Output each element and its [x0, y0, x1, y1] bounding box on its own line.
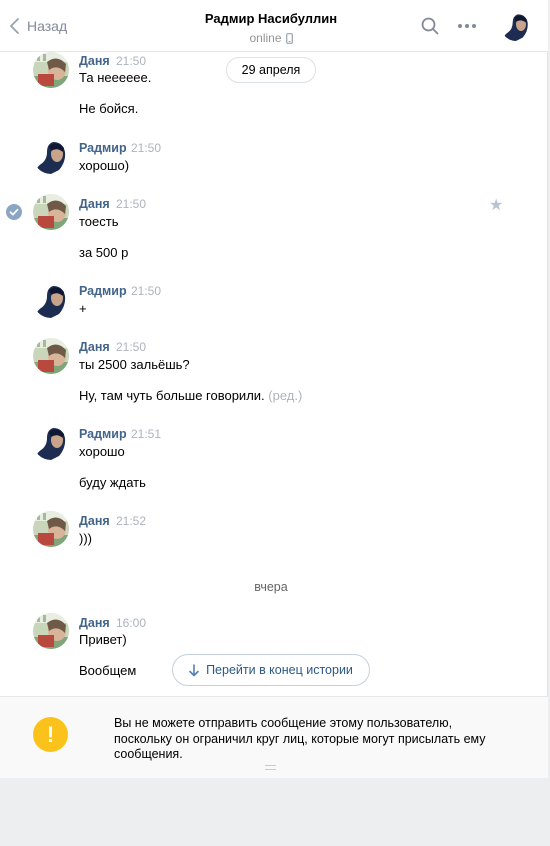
- resize-handle-icon[interactable]: [265, 765, 276, 770]
- message-text: ))): [79, 531, 92, 546]
- avatar-danya[interactable]: [33, 613, 69, 649]
- selected-check-icon[interactable]: [6, 204, 22, 220]
- day-separator: вчера: [254, 580, 288, 594]
- chat-header: Назад Радмир Насибуллин online: [0, 0, 548, 52]
- arrow-down-icon: [189, 663, 199, 676]
- avatar-danya[interactable]: [33, 338, 69, 374]
- message-time[interactable]: 21:50: [116, 54, 146, 68]
- message-text: хорошо): [79, 158, 130, 173]
- jump-to-end-label: Перейти в конец истории: [206, 663, 353, 677]
- message-time[interactable]: 21:51: [131, 427, 161, 441]
- message-author[interactable]: Даня: [79, 514, 110, 528]
- message-author[interactable]: Даня: [79, 340, 110, 354]
- online-status: online: [0, 31, 542, 45]
- message-author[interactable]: Радмир: [79, 427, 127, 441]
- date-pill[interactable]: 29 апреля: [226, 57, 316, 83]
- message-text: +: [79, 301, 87, 316]
- message-text: буду ждать: [79, 475, 146, 490]
- chat-panel: Назад Радмир Насибуллин online 29 апреля…: [0, 0, 548, 778]
- mobile-phone-icon: [285, 32, 293, 44]
- message-author[interactable]: Даня: [79, 54, 110, 68]
- message-text: Та нееееее.: [79, 70, 152, 85]
- edited-mark: (ред.): [268, 388, 303, 403]
- message-text: за 500 р: [79, 245, 129, 260]
- jump-to-end-button[interactable]: Перейти в конец истории: [172, 654, 370, 686]
- avatar-radmir[interactable]: [33, 282, 69, 318]
- message-time[interactable]: 16:00: [116, 616, 146, 630]
- avatar-radmir[interactable]: [33, 424, 69, 460]
- message-text-edited: Ну, там чуть больше говорили. (ред.): [79, 388, 302, 403]
- message-author[interactable]: Даня: [79, 197, 110, 211]
- avatar-danya[interactable]: [33, 194, 69, 230]
- message-time[interactable]: 21:50: [116, 340, 146, 354]
- warning-icon: !: [33, 717, 68, 752]
- message-text: Вообщем: [79, 663, 137, 678]
- avatar-danya[interactable]: [33, 511, 69, 547]
- notice-text: Вы не можете отправить сообщение этому п…: [114, 716, 486, 761]
- message-text: тоесть: [79, 214, 119, 229]
- avatar-radmir[interactable]: [33, 138, 69, 174]
- star-icon[interactable]: ★: [489, 195, 503, 215]
- message-text: Привет): [79, 632, 127, 647]
- message-author[interactable]: Радмир: [79, 284, 127, 298]
- message-author[interactable]: Даня: [79, 616, 110, 630]
- message-text: Ну, там чуть больше говорили.: [79, 388, 265, 403]
- message-text: ты 2500 зальёшь?: [79, 357, 190, 372]
- message-text: хорошо: [79, 444, 125, 459]
- message-author[interactable]: Радмир: [79, 141, 127, 155]
- message-time[interactable]: 21:50: [131, 141, 161, 155]
- header-avatar[interactable]: [501, 11, 531, 41]
- avatar-danya[interactable]: [33, 52, 69, 88]
- message-time[interactable]: 21:50: [131, 284, 161, 298]
- message-time[interactable]: 21:50: [116, 197, 146, 211]
- status-text: online: [249, 31, 282, 45]
- blocked-notice: ! Вы не можете отправить сообщение этому…: [0, 696, 548, 778]
- more-options-icon[interactable]: [458, 24, 476, 28]
- search-icon[interactable]: [421, 17, 439, 38]
- message-time[interactable]: 21:52: [116, 514, 146, 528]
- message-text: Не бойся.: [79, 101, 139, 116]
